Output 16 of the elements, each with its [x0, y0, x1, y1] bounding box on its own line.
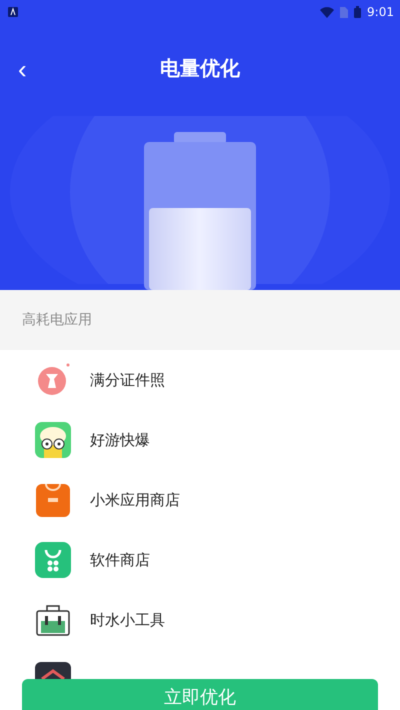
app-name: 满分证件照: [90, 370, 165, 390]
cartoon-face-icon: [34, 421, 72, 459]
notification-icon: [8, 7, 18, 17]
shopping-bag-icon: [34, 541, 72, 579]
app-name: 好游快爆: [90, 430, 150, 450]
sim-card-icon: [340, 6, 348, 18]
app-name: 时水小工具: [90, 610, 165, 630]
battery-icon: [354, 6, 362, 18]
status-time: 9:01: [367, 5, 394, 19]
back-button[interactable]: ‹: [14, 56, 31, 82]
page-title: 电量优化: [160, 54, 240, 82]
wifi-icon: [320, 6, 334, 18]
app-name: 小米应用商店: [90, 490, 180, 510]
section-title: 高耗电应用: [22, 311, 92, 329]
app-name: 软件商店: [90, 550, 150, 570]
shopping-bag-icon: [34, 481, 72, 519]
